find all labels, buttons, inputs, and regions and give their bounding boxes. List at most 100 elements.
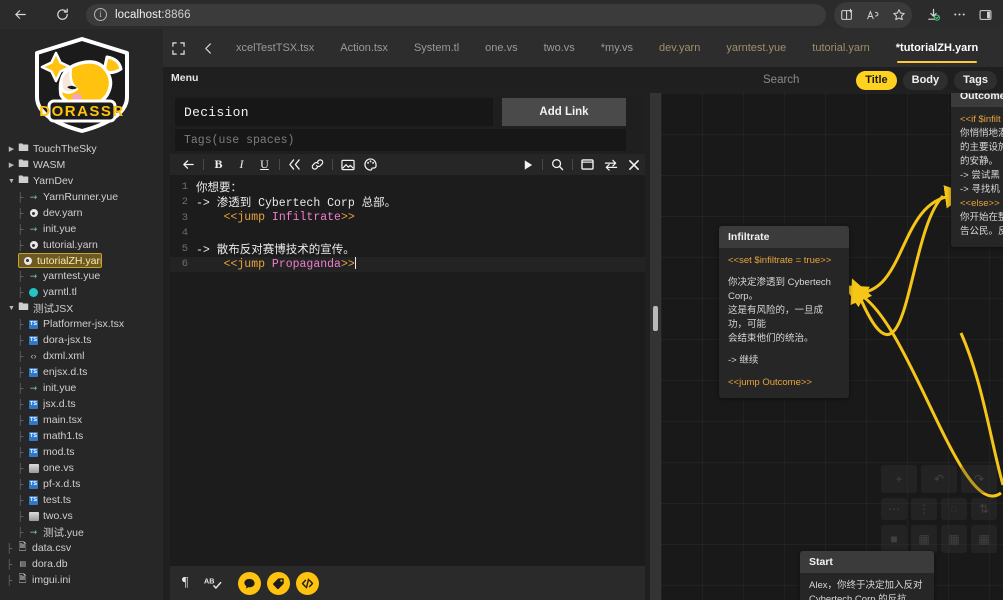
site-info-icon[interactable]: i xyxy=(94,8,107,21)
tree-item-imgui-ini[interactable]: ├🗎imgui.ini xyxy=(4,572,163,588)
link-icon[interactable] xyxy=(306,158,329,171)
tree-item-enjsx-d-ts[interactable]: ├TSenjsx.d.ts xyxy=(4,364,163,380)
tree-item-dora-jsx-ts[interactable]: ├TSdora-jsx.ts xyxy=(4,332,163,348)
browser-reload-button[interactable] xyxy=(48,1,76,29)
tree-item-wasm[interactable]: ▶🖿WASM xyxy=(4,157,163,173)
grid-3-icon[interactable]: ▦ xyxy=(941,525,967,553)
tree-item-yarntl-tl[interactable]: ├yarntl.tl xyxy=(4,284,163,300)
square-icon[interactable]: ■ xyxy=(881,525,907,553)
tree-item--yue[interactable]: ├⇝测试.yue xyxy=(4,524,163,540)
image-icon[interactable] xyxy=(336,159,359,171)
tab--tutorialzh-yarn[interactable]: *tutorialZH.yarn xyxy=(883,29,992,67)
loading-icon[interactable]: ◌ xyxy=(941,498,967,520)
node-line: <<else>> xyxy=(960,197,1003,211)
undo-icon[interactable]: ↶ xyxy=(921,465,957,493)
tag-icon[interactable] xyxy=(267,572,290,595)
tab-action-tsx[interactable]: Action.tsx xyxy=(327,29,401,67)
tree-item-dxml-xml[interactable]: ├‹›dxml.xml xyxy=(4,348,163,364)
chevron-right-icon[interactable]: ▶ xyxy=(6,145,17,153)
grid-4-icon[interactable]: ▦ xyxy=(971,525,997,553)
node-body: <<set $infiltrate = true>>你决定渗透到 Cyberte… xyxy=(719,248,849,398)
redo-icon[interactable]: ↷ xyxy=(961,465,997,493)
read-aloud-icon[interactable] xyxy=(860,2,886,28)
play-icon[interactable] xyxy=(516,159,539,171)
tab--my-vs[interactable]: *my.vs xyxy=(588,29,646,67)
tab-scroll-left-icon[interactable] xyxy=(193,43,223,54)
tree-item-init-yue[interactable]: ├⇝init.yue xyxy=(4,221,163,237)
code-editor[interactable]: 1你想要：2-> 渗透到 Cybertech Corp 总部。3 <<jump … xyxy=(170,175,645,570)
tree-item-jsx-d-ts[interactable]: ├TSjsx.d.ts xyxy=(4,396,163,412)
graph-node-start[interactable]: Start Alex，你终于决定加入反对Cybertech Corp 的反抗军。… xyxy=(800,551,934,600)
grid-2-icon[interactable]: ▦ xyxy=(911,525,937,553)
pane-splitter[interactable] xyxy=(650,93,661,600)
favorite-star-icon[interactable] xyxy=(886,2,912,28)
chevron-down-icon[interactable]: ▼ xyxy=(6,178,17,185)
tree-item-dora-db[interactable]: ├▤dora.db xyxy=(4,556,163,572)
add-link-button[interactable]: Add Link xyxy=(502,98,626,126)
chevron-right-icon[interactable]: ▶ xyxy=(6,161,17,169)
chevrons-left-icon[interactable] xyxy=(283,159,306,170)
graph-node-outcome[interactable]: Outcome <<if $infilt你悄悄地潜的主要设施的安静。-> 尝试黑… xyxy=(951,93,1003,247)
node-line: <<set $infiltrate = true>> xyxy=(728,254,840,268)
search-filter-tags[interactable]: Tags xyxy=(954,71,997,90)
tree-item-main-tsx[interactable]: ├TSmain.tsx xyxy=(4,412,163,428)
tab-dev-yarn[interactable]: dev.yarn xyxy=(646,29,713,67)
more-horizontal-icon[interactable]: ⋯ xyxy=(881,498,907,520)
chevron-down-icon[interactable]: ▼ xyxy=(6,305,17,312)
tree-item-pf-x-d-ts[interactable]: ├TSpf-x.d.ts xyxy=(4,476,163,492)
tree-item-two-vs[interactable]: ├two.vs xyxy=(4,508,163,524)
tree-item-yarndev[interactable]: ▼🖿YarnDev xyxy=(4,173,163,189)
tree-item-yarntest-yue[interactable]: ├⇝yarntest.yue xyxy=(4,268,163,284)
underline-icon[interactable]: U xyxy=(253,157,276,172)
tab-one-vs[interactable]: one.vs xyxy=(472,29,530,67)
node-title-input[interactable]: Decision xyxy=(175,98,493,126)
graph-node-infiltrate[interactable]: Infiltrate <<set $infiltrate = true>>你决定… xyxy=(719,226,849,398)
sort-icon[interactable]: ⇅ xyxy=(971,498,997,520)
tree-item-mod-ts[interactable]: ├TSmod.ts xyxy=(4,444,163,460)
tree-item-one-vs[interactable]: ├one.vs xyxy=(4,460,163,476)
swap-icon[interactable] xyxy=(599,159,622,171)
more-options-icon[interactable] xyxy=(946,2,972,28)
node-tags-input[interactable]: Tags(use spaces) xyxy=(175,129,626,151)
italic-icon[interactable]: I xyxy=(230,157,253,172)
tree-item-init-yue[interactable]: ├⇝init.yue xyxy=(4,380,163,396)
tab-system-tl[interactable]: System.tl xyxy=(401,29,472,67)
split-screen-icon[interactable] xyxy=(834,2,860,28)
speech-bubble-icon[interactable] xyxy=(238,572,261,595)
tree-item-math1-ts[interactable]: ├TSmath1.ts xyxy=(4,428,163,444)
code-icon[interactable] xyxy=(296,572,319,595)
tab-xceltesttsx-tsx[interactable]: xcelTestTSX.tsx xyxy=(223,29,327,67)
tree-item-dev-yarn[interactable]: ├dev.yarn xyxy=(4,205,163,221)
tab-two-vs[interactable]: two.vs xyxy=(531,29,588,67)
palette-icon[interactable] xyxy=(359,158,382,171)
back-icon[interactable] xyxy=(177,158,200,171)
more-vertical-icon[interactable]: ⋮ xyxy=(911,498,937,520)
browser-back-button[interactable] xyxy=(6,1,34,29)
tree-item-tutorial-yarn[interactable]: ├tutorial.yarn xyxy=(4,237,163,253)
spellcheck-icon[interactable]: AB xyxy=(204,576,222,591)
download-icon[interactable] xyxy=(920,2,946,28)
tree-item-data-csv[interactable]: ├🗎data.csv xyxy=(4,540,163,556)
tree-item-tutorialzh-yarn[interactable]: tutorialZH.yarn xyxy=(18,253,102,268)
plus-icon[interactable]: + xyxy=(881,465,917,493)
tree-item-yarnrunner-yue[interactable]: ├⇝YarnRunner.yue xyxy=(4,189,163,205)
tree-item-test-ts[interactable]: ├TStest.ts xyxy=(4,492,163,508)
sidebar-toggle-icon[interactable] xyxy=(972,2,998,28)
search-input[interactable]: Search xyxy=(763,74,799,86)
menu-button[interactable]: Menu xyxy=(163,72,198,84)
close-icon[interactable] xyxy=(622,159,645,171)
search-filter-body[interactable]: Body xyxy=(903,71,949,90)
paragraph-mark-icon[interactable]: ¶ xyxy=(182,575,188,591)
address-bar[interactable]: i localhost:8866 xyxy=(86,4,826,26)
node-graph-canvas[interactable]: + ↶ ↷ ⋯ ⋮ ◌ ⇅ ■ ▦ ▦ ▦ Infiltrate <<set $… xyxy=(661,93,1003,600)
search-filter-title[interactable]: Title xyxy=(856,71,896,90)
tab-tutorial-yarn[interactable]: tutorial.yarn xyxy=(799,29,882,67)
search-icon[interactable] xyxy=(546,158,569,171)
bold-icon[interactable]: B xyxy=(207,157,230,172)
tab-yarntest-yue[interactable]: yarntest.yue xyxy=(713,29,799,67)
tree-item-touchthesky[interactable]: ▶🖿TouchTheSky xyxy=(4,141,163,157)
tree-item--jsx[interactable]: ▼🖿测试JSX xyxy=(4,300,163,316)
window-icon[interactable] xyxy=(576,159,599,170)
fullscreen-icon[interactable] xyxy=(163,42,193,55)
tree-item-platformer-jsx-tsx[interactable]: ├TSPlatformer-jsx.tsx xyxy=(4,316,163,332)
